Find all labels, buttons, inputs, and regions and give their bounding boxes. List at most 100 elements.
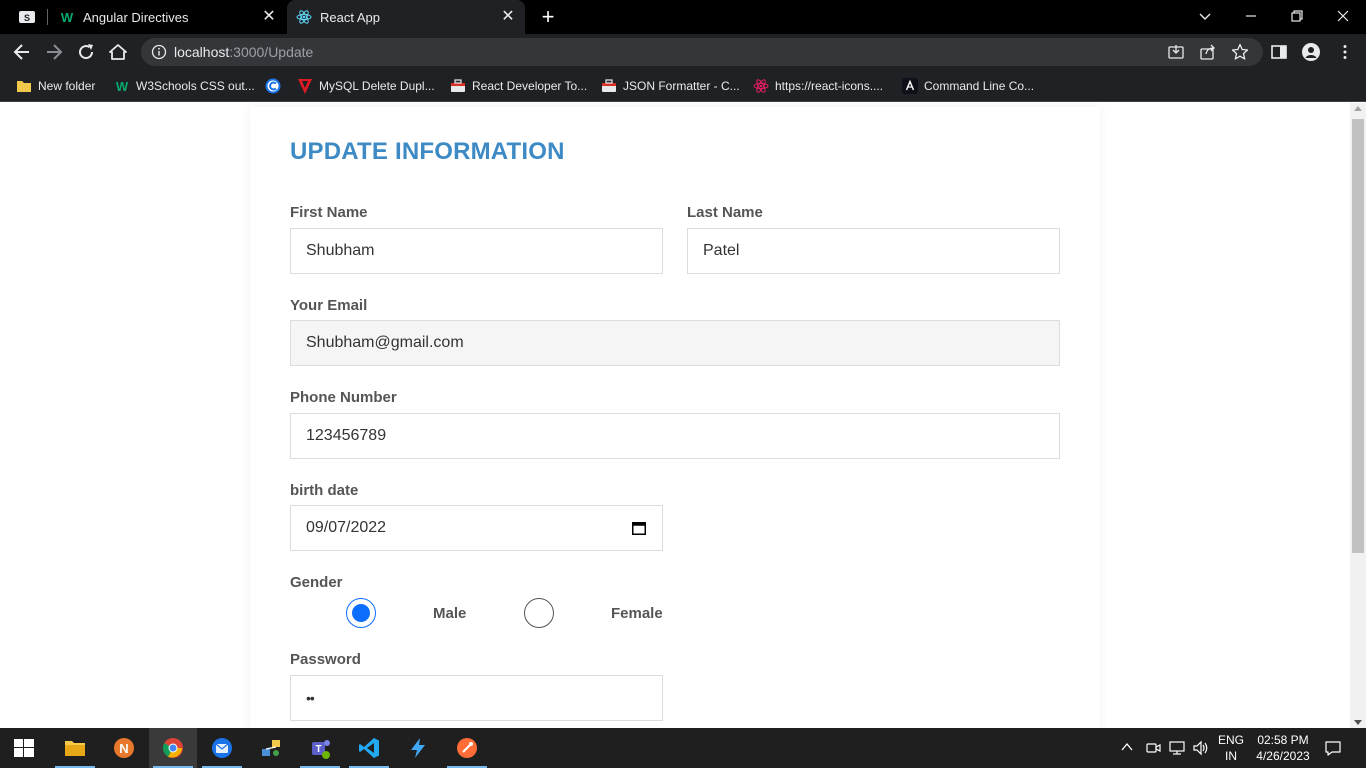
first-name-label: First Name [290, 204, 368, 221]
birth-date-value: 09/07/2022 [306, 519, 387, 536]
taskbar-postman[interactable] [443, 728, 491, 768]
tab-react-app[interactable]: React App ✕ [287, 0, 525, 34]
bookmark-label: W3Schools CSS out... [136, 79, 255, 93]
update-form-card: UPDATE INFORMATION First Name Shubham La… [250, 107, 1100, 728]
react-icon [753, 79, 769, 93]
tab-search-icon[interactable] [1195, 6, 1215, 26]
last-name-input[interactable]: Patel [687, 228, 1060, 274]
close-tab-icon[interactable]: ✕ [499, 8, 517, 26]
svg-text:W: W [61, 10, 74, 25]
restore-icon[interactable] [1287, 6, 1307, 26]
folder-icon [17, 81, 31, 92]
taskbar-vscode[interactable] [345, 728, 393, 768]
input-language-indicator[interactable]: ENG IN [1216, 732, 1246, 764]
taskbar-bolt-app[interactable] [394, 728, 442, 768]
bookmarks-bar: New folder W W3Schools CSS out... MySQL … [0, 70, 1366, 102]
site-info-icon[interactable] [151, 44, 167, 60]
tab-label: React App [320, 10, 380, 25]
bookmark-star-icon[interactable] [1231, 43, 1249, 61]
install-app-icon[interactable] [1167, 43, 1185, 61]
v-logo-icon [298, 79, 312, 94]
more-menu-icon[interactable] [1336, 43, 1354, 61]
bookmark-mysql-delete[interactable]: MySQL Delete Dupl... [297, 76, 435, 96]
volume-icon[interactable] [1192, 740, 1210, 756]
tab-angular-directives[interactable]: W Angular Directives ✕ [50, 0, 286, 34]
svg-text:T: T [315, 744, 321, 755]
side-panel-icon[interactable] [1270, 43, 1288, 61]
profile-avatar-icon[interactable] [1302, 43, 1320, 61]
meet-now-icon[interactable] [1145, 740, 1161, 756]
phone-number-label: Phone Number [290, 389, 397, 406]
bookmark-circle-c[interactable] [265, 76, 287, 96]
postman-icon [457, 738, 477, 758]
network-icon[interactable] [1168, 740, 1186, 756]
bookmark-label: https://react-icons.... [775, 79, 884, 93]
windows-taskbar: N T ENG IN 02:58 PM 4/26/2023 [0, 728, 1366, 768]
scroll-thumb[interactable] [1352, 119, 1364, 553]
phone-number-input[interactable]: 123456789 [290, 413, 1060, 459]
system-clock[interactable]: 02:58 PM 4/26/2023 [1248, 732, 1318, 764]
forward-icon[interactable] [44, 42, 64, 62]
home-icon[interactable] [108, 42, 128, 62]
birth-date-label: birth date [290, 482, 359, 499]
tab-strip: S W Angular Directives ✕ React App ✕ + [0, 0, 1366, 34]
bookmark-label: MySQL Delete Dupl... [319, 79, 435, 93]
bookmark-label: New folder [38, 79, 96, 93]
page-scrollbar[interactable] [1350, 103, 1366, 728]
close-window-icon[interactable] [1333, 6, 1353, 26]
n-logo-icon: N [114, 738, 134, 758]
bookmark-json-formatter[interactable]: JSON Formatter - C... [601, 76, 740, 96]
email-input[interactable]: Shubham@gmail.com [290, 320, 1060, 366]
language-code: ENG [1217, 733, 1244, 747]
birth-date-input[interactable]: 09/07/2022 [290, 505, 663, 551]
new-tab-button[interactable]: + [538, 6, 558, 28]
share-icon[interactable] [1199, 43, 1217, 61]
gender-female-radio[interactable] [524, 598, 554, 628]
mail-client-icon [212, 738, 232, 758]
react-icon [296, 10, 312, 24]
scroll-up-arrow-icon[interactable] [1354, 106, 1362, 111]
bookmark-w3schools[interactable]: W W3Schools CSS out... [114, 76, 255, 96]
browser-toolbar: localhost:3000/Update [0, 34, 1366, 70]
first-name-input[interactable]: Shubham [290, 228, 663, 274]
reload-icon[interactable] [76, 42, 96, 62]
scroll-down-arrow-icon[interactable] [1354, 720, 1362, 725]
gender-male-radio[interactable] [346, 598, 376, 628]
minimize-icon[interactable] [1241, 6, 1261, 26]
tab-label: Angular Directives [83, 10, 189, 25]
back-icon[interactable] [12, 42, 32, 62]
close-tab-icon[interactable]: ✕ [260, 8, 278, 26]
windows-logo-icon [14, 739, 34, 757]
bookmark-new-folder[interactable]: New folder [16, 76, 95, 96]
folder-icon [65, 741, 85, 756]
bookmark-label: Command Line Co... [924, 79, 1035, 93]
start-button[interactable] [0, 728, 48, 768]
vscode-icon [359, 738, 379, 758]
taskbar-network-tool[interactable] [247, 728, 295, 768]
lightning-icon [411, 738, 425, 758]
bookmark-react-icons[interactable]: https://react-icons.... [753, 76, 883, 96]
toolbox-icon [451, 79, 465, 92]
address-bar[interactable]: localhost:3000/Update [141, 38, 1263, 66]
form-title: UPDATE INFORMATION [290, 138, 565, 165]
page-viewport: UPDATE INFORMATION First Name Shubham La… [0, 103, 1366, 728]
svg-text:W: W [116, 79, 129, 94]
taskbar-file-explorer[interactable] [51, 728, 99, 768]
url-host: localhost [174, 44, 230, 60]
taskbar-app-n[interactable]: N [100, 728, 148, 768]
notification-center-icon[interactable] [1324, 739, 1342, 757]
taskbar-chrome[interactable] [149, 728, 197, 768]
gender-female-label: Female [611, 605, 663, 622]
bookmark-command-line[interactable]: Command Line Co... [902, 76, 1034, 96]
taskbar-thunderbird[interactable] [198, 728, 246, 768]
calendar-icon[interactable] [632, 521, 646, 535]
pinned-tab-icon[interactable]: S [18, 9, 36, 25]
network-tool-icon [262, 740, 280, 756]
toolbox-icon [602, 79, 616, 92]
password-label: Password [290, 651, 361, 668]
tray-overflow-chevron-icon[interactable] [1120, 740, 1134, 754]
region-code: IN [1225, 749, 1237, 763]
bookmark-react-devtools[interactable]: React Developer To... [450, 76, 587, 96]
taskbar-teams[interactable]: T [296, 728, 344, 768]
password-input[interactable]: •• [290, 675, 663, 721]
